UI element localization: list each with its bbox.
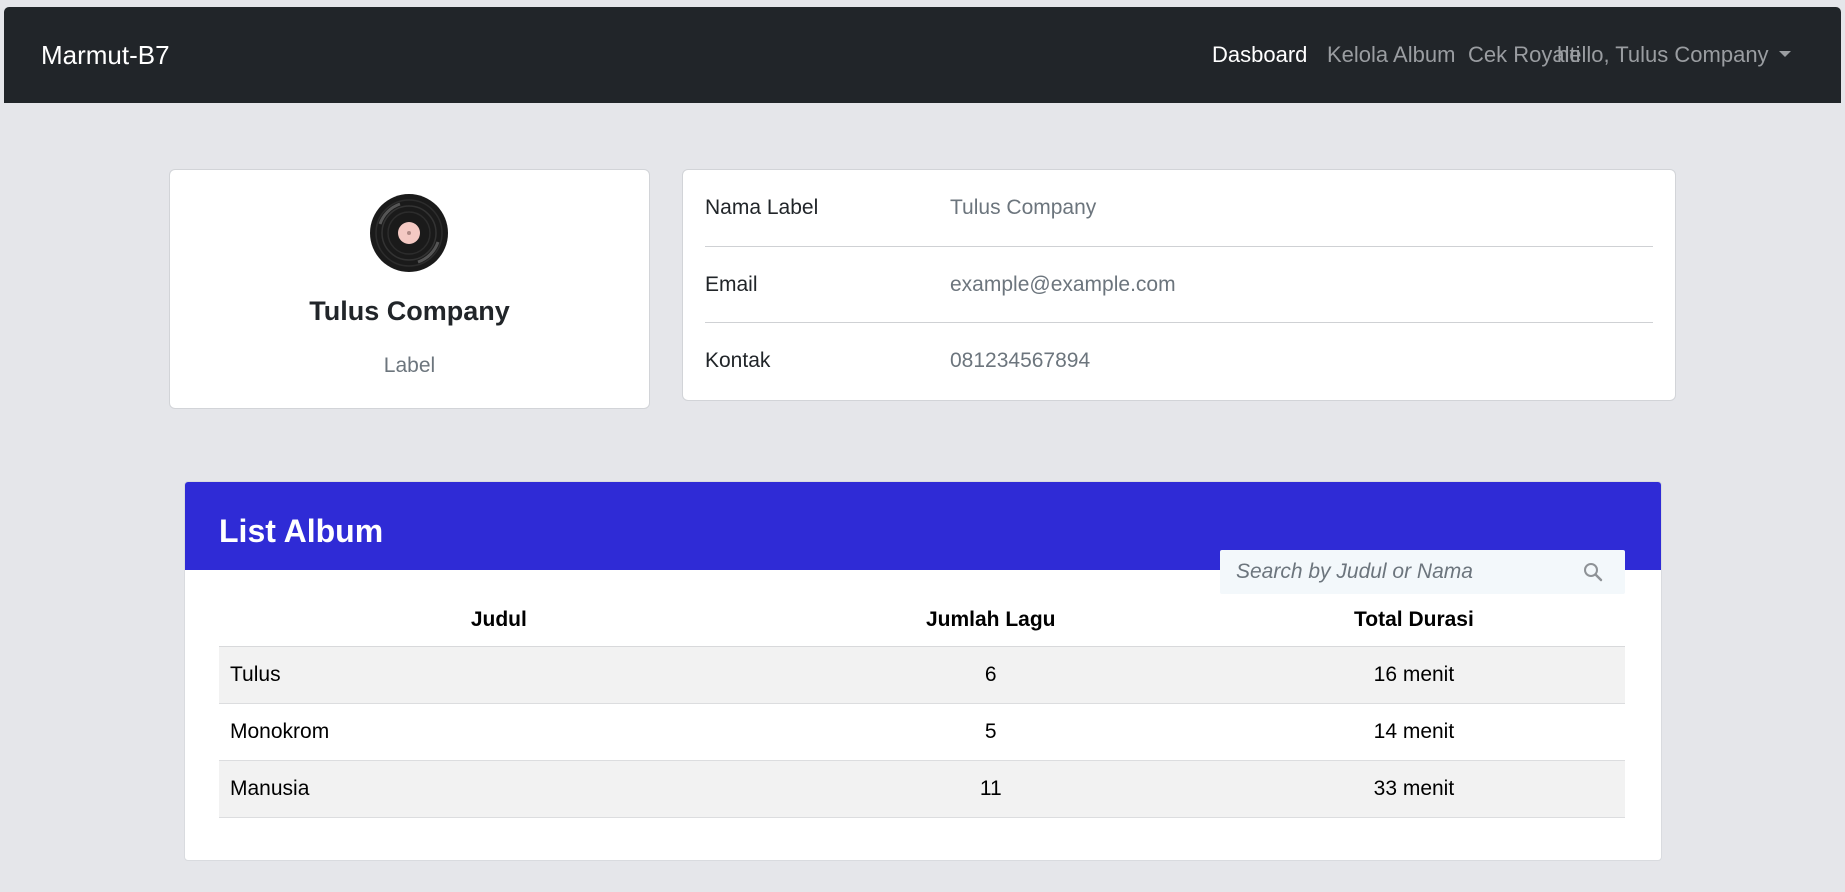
duration-cell: 33 menit (1202, 760, 1625, 818)
nav-link-dashboard[interactable]: Dasboard (1212, 7, 1307, 103)
user-menu-dropdown[interactable]: hello, Tulus Company (1557, 7, 1791, 103)
album-list-card: List Album Judul Jumlah Lagu Total Duras… (184, 481, 1662, 861)
profile-card: Tulus Company Label (169, 169, 650, 409)
duration-cell: 14 menit (1202, 703, 1625, 761)
chevron-down-icon (1778, 51, 1791, 58)
label-info-card: Nama Label Tulus Company Email example@e… (682, 169, 1676, 401)
search-input[interactable] (1220, 550, 1576, 594)
album-table: Judul Jumlah Lagu Total Durasi Tulus 6 1… (219, 594, 1625, 818)
profile-name: Tulus Company (309, 296, 510, 326)
search-icon[interactable] (1583, 562, 1603, 582)
album-list-title: List Album (219, 513, 384, 549)
table-row[interactable]: Tulus 6 16 menit (219, 646, 1625, 704)
table-row[interactable]: Manusia 11 33 menit (219, 760, 1625, 818)
album-title-cell[interactable]: Tulus (219, 646, 779, 704)
info-label: Email (705, 273, 758, 296)
column-header-judul[interactable]: Judul (219, 594, 779, 647)
info-value: 081234567894 (950, 349, 1091, 372)
info-label: Kontak (705, 349, 771, 372)
search-box (1220, 550, 1625, 594)
profile-role: Label (383, 354, 436, 377)
song-count-cell: 5 (778, 703, 1203, 761)
info-row-email: Email example@example.com (705, 247, 1653, 323)
song-count-cell: 6 (778, 646, 1203, 704)
vinyl-record-icon (370, 194, 448, 272)
duration-cell: 16 menit (1202, 646, 1625, 704)
table-row[interactable]: Monokrom 5 14 menit (219, 703, 1625, 761)
top-navbar: Marmut-B7 Dasboard Kelola Album Cek Roya… (4, 7, 1841, 103)
info-value: example@example.com (950, 273, 1176, 296)
nav-link-kelola-album[interactable]: Kelola Album (1327, 7, 1455, 103)
info-value: Tulus Company (950, 196, 1097, 219)
table-header-row: Judul Jumlah Lagu Total Durasi (219, 594, 1625, 647)
song-count-cell: 11 (778, 760, 1203, 818)
info-row-nama-label: Nama Label Tulus Company (705, 170, 1653, 246)
user-menu-label: hello, Tulus Company (1557, 42, 1769, 67)
column-header-total-durasi[interactable]: Total Durasi (1202, 594, 1625, 647)
info-row-kontak: Kontak 081234567894 (705, 323, 1653, 399)
column-header-jumlah-lagu[interactable]: Jumlah Lagu (778, 594, 1203, 647)
album-title-cell[interactable]: Monokrom (219, 703, 779, 761)
info-label: Nama Label (705, 196, 819, 219)
brand-logo[interactable]: Marmut-B7 (41, 7, 170, 103)
album-title-cell[interactable]: Manusia (219, 760, 779, 818)
